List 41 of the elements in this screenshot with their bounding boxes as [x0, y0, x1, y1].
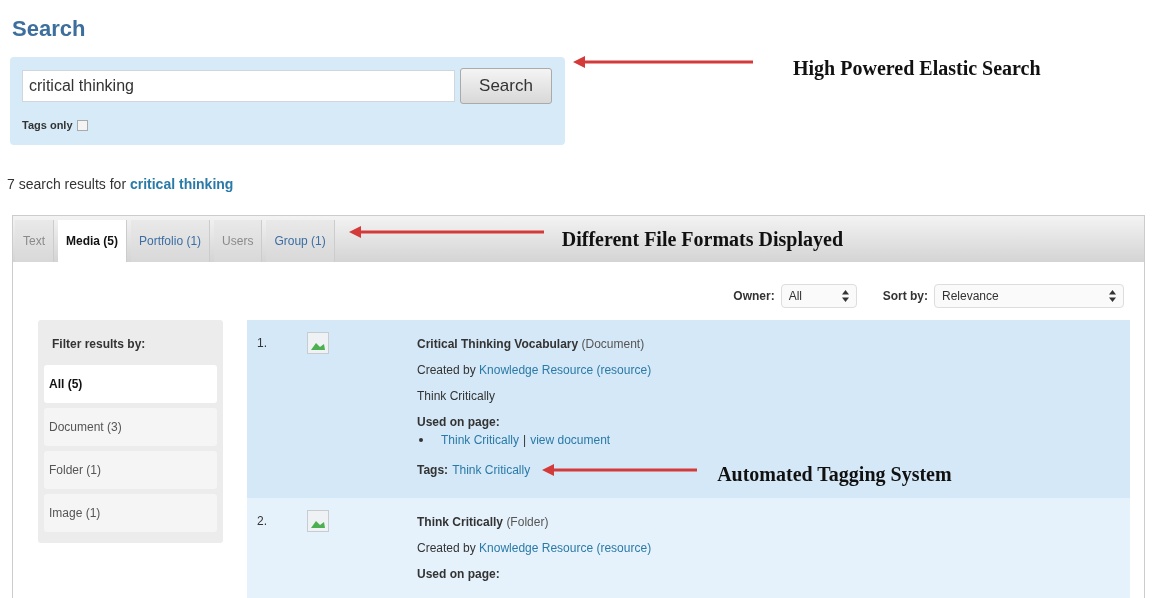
creator-link[interactable]: Knowledge Resource (resource) [479, 541, 652, 555]
created-by-label: Created by [417, 363, 476, 377]
search-field[interactable]: critical thinking [22, 70, 455, 102]
view-document-link[interactable]: view document [530, 432, 611, 448]
tag-link[interactable]: Think Critically [452, 462, 531, 478]
tab[interactable]: Media (5) [58, 220, 128, 262]
created-by-label: Created by [417, 541, 476, 555]
tags-only-label: Tags only [22, 119, 73, 131]
annotation-label: High Powered Elastic Search [793, 57, 1041, 80]
select-arrows-icon [1109, 290, 1116, 302]
separator: | [523, 432, 527, 448]
used-on-label: Used on page: [417, 567, 500, 581]
page-title: Search [12, 16, 87, 42]
bullet-icon [419, 438, 423, 442]
tab[interactable]: Group (1) [266, 220, 335, 262]
creator-link[interactable]: Knowledge Resource (resource) [479, 363, 652, 377]
sort-label: Sort by: [882, 289, 928, 303]
page-link[interactable]: Think Critically [441, 432, 519, 448]
sort-select[interactable]: Relevance [934, 284, 1124, 308]
search-button[interactable]: Search [460, 68, 552, 104]
used-on-label: Used on page: [417, 415, 500, 429]
result-title: Critical Thinking Vocabulary (Document) [417, 336, 646, 352]
result-number: 1. [257, 336, 268, 352]
broken-image-icon [307, 510, 329, 532]
result-title: Think Critically (Folder) [417, 514, 550, 530]
filter-item[interactable]: Document (3) [44, 408, 217, 446]
filter-title: Filter results by: [51, 336, 147, 353]
tags-only-checkbox[interactable] [76, 119, 88, 131]
results-summary: 7 search results for critical thinking [7, 175, 235, 193]
broken-image-icon [307, 332, 329, 354]
filter-item[interactable]: All (5) [44, 365, 217, 403]
tags-label: Tags: [417, 462, 449, 478]
owner-label: Owner: [733, 289, 775, 303]
annotation-label: Different File Formats Displayed [561, 227, 843, 251]
owner-select[interactable]: All [780, 284, 857, 308]
filter-item[interactable]: Image (1) [44, 494, 217, 532]
result-number: 2. [257, 514, 268, 530]
result-description: Think Critically [417, 388, 496, 404]
tab[interactable]: Portfolio (1) [131, 220, 211, 262]
select-arrows-icon [841, 290, 849, 302]
filter-item[interactable]: Folder (1) [44, 451, 217, 489]
